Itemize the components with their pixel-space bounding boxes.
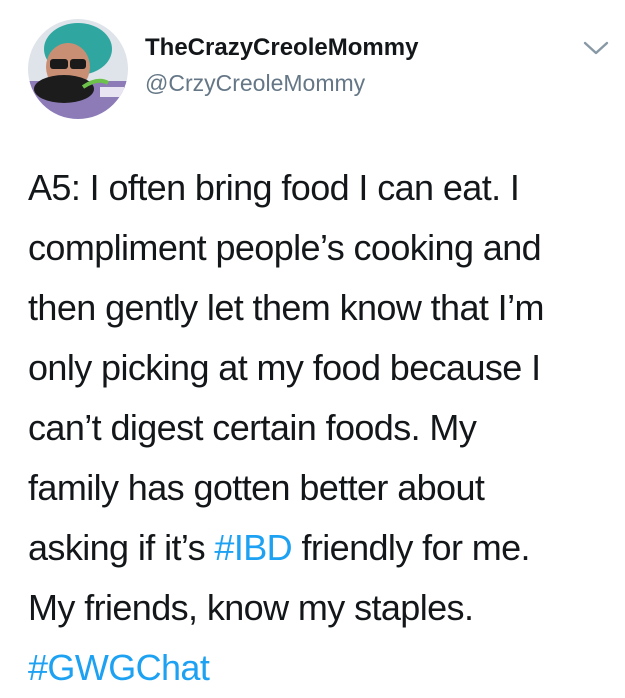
tweet-line: family has gotten better about (28, 467, 485, 508)
author-handle[interactable]: @CrzyCreoleMommy (145, 69, 365, 97)
profile-photo-avatar (28, 19, 128, 119)
avatar[interactable] (28, 19, 128, 119)
tweet-line: then gently let them know that I’m (28, 287, 544, 328)
tweet-line: asking if it’s #IBD friendly for me. (28, 518, 618, 578)
tweet-line: can’t digest certain foods. My (28, 407, 477, 448)
tweet-text-segment: asking if it’s (28, 527, 215, 568)
tweet-card: TheCrazyCreoleMommy @CrzyCreoleMommy A5:… (0, 0, 625, 698)
chevron-down-icon[interactable] (580, 36, 612, 60)
tweet-text-segment: friendly for me. (292, 527, 530, 568)
tweet-line: #GWGChat (28, 638, 618, 698)
tweet-line: A5: I often bring food I can eat. I (28, 167, 520, 208)
tweet-text: A5: I often bring food I can eat. I comp… (28, 158, 618, 698)
hashtag-link-ibd[interactable]: #IBD (214, 527, 292, 568)
tweet-line: My friends, know my staples. (28, 587, 474, 628)
tweet-line: only picking at my food because I (28, 347, 541, 388)
author-display-name[interactable]: TheCrazyCreoleMommy (145, 34, 418, 62)
tweet-line: compliment people’s cooking and (28, 227, 542, 268)
hashtag-link-gwgchat[interactable]: #GWGChat (28, 647, 210, 688)
